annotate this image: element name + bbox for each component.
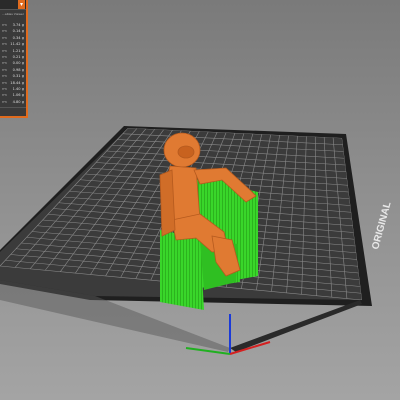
3d-viewport[interactable]: ORIGINAL xyxy=(0,0,400,400)
figure-visor xyxy=(177,145,195,159)
figure-back xyxy=(159,169,176,237)
bed-front-edge xyxy=(230,300,362,352)
bed-label: ORIGINAL xyxy=(370,201,393,251)
